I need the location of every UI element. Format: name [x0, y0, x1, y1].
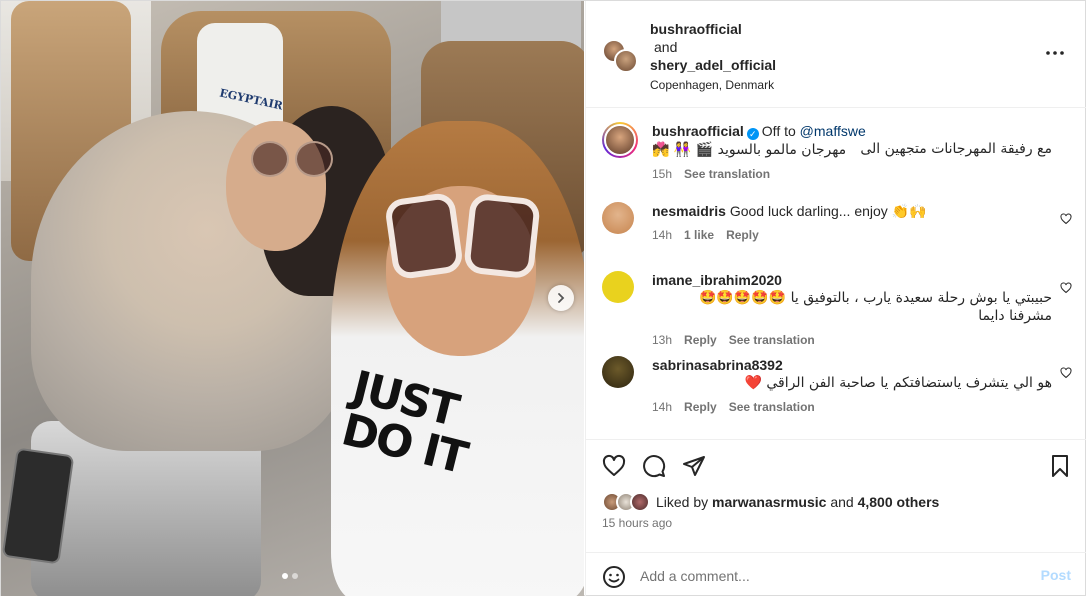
share-icon [683, 456, 705, 476]
headrest-logo-text: EGYPTAIR [218, 86, 284, 113]
reply-button[interactable]: Reply [684, 333, 717, 347]
carousel-dots [282, 573, 298, 579]
more-options-button[interactable] [1045, 45, 1065, 61]
mention-link[interactable]: @maffswe [800, 123, 866, 139]
username-link[interactable]: bushraofficial [652, 123, 744, 139]
comment-meta: 13h Reply See translation [652, 333, 1052, 347]
username-link[interactable]: marwanasrmusic [712, 494, 826, 510]
comment-meta: 14h Reply See translation [652, 400, 1052, 414]
likes-summary: Liked by marwanasrmusic and 4,800 others [602, 492, 939, 512]
timestamp[interactable]: 13h [652, 333, 672, 347]
collab-avatars[interactable] [602, 39, 640, 77]
carousel-dot-active [282, 573, 288, 579]
comment-icon [643, 455, 666, 478]
caption-arabic-text: مع رفيقة المهرجانات متجهين الى [860, 141, 1052, 157]
heart-icon [602, 454, 626, 476]
liked-by-label: Liked by [656, 494, 709, 510]
comment-item: nesmaidris Good luck darling... enjoy 👏🙌… [602, 202, 1072, 252]
timestamp[interactable]: 14h [652, 228, 672, 242]
person-right-sunglasses [383, 191, 549, 286]
verified-badge-icon: ✓ [746, 128, 759, 140]
comment-text: حبيبتي يا بوش رحلة سعيدة يارب ، بالتوفيق… [698, 290, 1052, 324]
see-translation-button[interactable]: See translation [729, 400, 815, 414]
header-usernames: bushraofficial and shery_adel_official C… [650, 20, 776, 94]
comment-input[interactable] [640, 561, 1020, 591]
avatar[interactable] [602, 356, 634, 388]
save-button[interactable] [1048, 454, 1072, 478]
like-button[interactable] [602, 454, 626, 478]
comment-text-line: sabrinasabrina8392 هو الي يتشرف ياستضافت… [652, 356, 1052, 392]
comment-body: sabrinasabrina8392 هو الي يتشرف ياستضافت… [652, 356, 1052, 414]
and-label: and [830, 494, 854, 510]
comment-body: imane_ibrahim2020 حبيبتي يا بوش رحلة سعي… [652, 271, 1052, 347]
comment-item: sabrinasabrina8392 هو الي يتشرف ياستضافت… [602, 356, 1072, 420]
heart-icon [1060, 282, 1072, 294]
emoji-icon [603, 566, 625, 588]
emoji-button[interactable] [602, 565, 626, 589]
post-header: bushraofficial and shery_adel_official C… [586, 1, 1086, 108]
comment-item: imane_ibrahim2020 حبيبتي يا بوش رحلة سعي… [602, 271, 1072, 347]
action-bar [602, 454, 1072, 478]
reply-button[interactable]: Reply [684, 400, 717, 414]
comment-text-line: nesmaidris Good luck darling... enjoy 👏🙌 [652, 202, 1052, 220]
avatar[interactable] [602, 122, 638, 158]
comment-like-button[interactable] [1060, 366, 1072, 379]
post-dialog: EGYPTAIR JUST DO IT bushraofficial and s… [0, 0, 1086, 596]
username-link[interactable]: nesmaidris [652, 203, 726, 219]
avatar[interactable] [630, 492, 650, 512]
post-comment-button[interactable]: Post [1041, 567, 1071, 583]
avatar[interactable] [602, 202, 634, 234]
caption-arabic-line-2: مهرجان مالمو بالسويد 🎬 👭 💏 [652, 142, 847, 158]
username-link[interactable]: imane_ibrahim2020 [652, 272, 782, 288]
comment-meta: 14h 1 like Reply [652, 228, 1052, 242]
username-link[interactable]: bushraofficial [650, 21, 742, 37]
likes-count-link[interactable]: 4,800 others [858, 494, 940, 510]
carousel-dot [292, 573, 298, 579]
caption-line-1: bushraofficial ✓ Off to @maffswe مع رفيقة … [652, 122, 1052, 157]
like-count[interactable]: 1 like [684, 228, 714, 242]
comment-button[interactable] [642, 454, 666, 478]
avatar[interactable] [602, 271, 634, 303]
more-horizontal-icon [1046, 51, 1064, 55]
caption-body: bushraofficial ✓ Off to @maffswe مع رفيقة … [652, 122, 1052, 181]
avatar[interactable] [614, 49, 638, 73]
post-timestamp[interactable]: 15 hours ago [602, 516, 672, 530]
person-left-sunglasses [251, 141, 336, 181]
likes-text: Liked by marwanasrmusic and 4,800 others [656, 494, 939, 510]
see-translation-button[interactable]: See translation [684, 167, 770, 181]
heart-icon [1060, 213, 1072, 225]
chevron-right-icon [558, 293, 565, 303]
username-link[interactable]: sabrinasabrina8392 [652, 357, 783, 373]
add-comment-bar: Post [586, 552, 1086, 596]
comment-text: هو الي يتشرف ياستضافتكم يا صاحبة الفن ال… [744, 375, 1052, 391]
heart-icon [1060, 367, 1072, 379]
post-actions: Liked by marwanasrmusic and 4,800 others… [586, 439, 1086, 591]
comment-body: nesmaidris Good luck darling... enjoy 👏🙌… [652, 202, 1052, 242]
reply-button[interactable]: Reply [726, 228, 759, 242]
comment-like-button[interactable] [1060, 281, 1072, 294]
share-button[interactable] [682, 454, 706, 478]
bookmark-icon [1052, 455, 1068, 477]
timestamp[interactable]: 14h [652, 400, 672, 414]
caption-meta: 15h See translation [652, 167, 1052, 181]
comment-like-button[interactable] [1060, 212, 1072, 225]
carousel-next-button[interactable] [548, 285, 574, 311]
timestamp[interactable]: 15h [652, 167, 672, 181]
see-translation-button[interactable]: See translation [729, 333, 815, 347]
username-link[interactable]: shery_adel_official [650, 57, 776, 73]
post-caption: bushraofficial ✓ Off to @maffswe مع رفيقة … [602, 122, 1072, 184]
and-label: and [654, 39, 678, 55]
post-side-panel: bushraofficial and shery_adel_official C… [585, 1, 1086, 596]
location-link[interactable]: Copenhagen, Denmark [650, 76, 776, 94]
post-photo[interactable]: EGYPTAIR JUST DO IT [1, 1, 584, 596]
comment-text-line: imane_ibrahim2020 حبيبتي يا بوش رحلة سعي… [652, 271, 1052, 325]
comment-text: Good luck darling... enjoy 👏🙌 [729, 203, 927, 219]
caption-prefix: Off to [761, 123, 796, 139]
